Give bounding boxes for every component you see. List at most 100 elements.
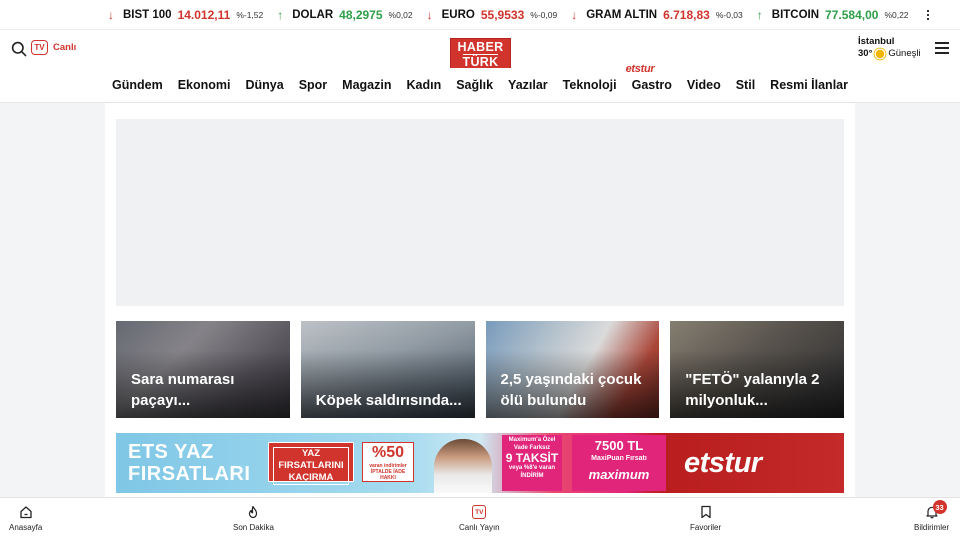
weather-widget[interactable]: İstanbul 30° Güneşli bbox=[858, 36, 921, 60]
banner-cta-box: YAZ FIRSATLARINI KAÇIRMA bbox=[268, 442, 354, 485]
ticker-item-dolar[interactable]: ↑ DOLAR 48,2975 %0,02 bbox=[277, 8, 412, 22]
flame-icon bbox=[249, 505, 258, 519]
site-header: TV Canlı HABER TÜRK İstanbul 30° Güneşli bbox=[0, 30, 960, 72]
ticker-name: BIST 100 bbox=[123, 8, 172, 21]
main-nav: Gündem Ekonomi Dünya Spor Magazin Kadın … bbox=[0, 63, 960, 103]
news-title: Köpek saldırısında... bbox=[315, 392, 462, 409]
ticker-more-icon[interactable] bbox=[926, 9, 929, 20]
ticker-value: 48,2975 bbox=[339, 7, 383, 22]
ticker-name: EURO bbox=[441, 8, 475, 21]
banner-installment-line3: İNDİRİM bbox=[520, 472, 544, 479]
logo-text-1: HABER bbox=[457, 40, 504, 54]
arrow-down-icon: ↓ bbox=[108, 7, 114, 22]
ad-slot bbox=[116, 119, 844, 306]
ticker-item-gram-altin[interactable]: ↓ GRAM ALTIN 6.718,83 %-0,03 bbox=[571, 8, 743, 22]
nav-item-teknoloji[interactable]: Teknoloji bbox=[563, 78, 617, 92]
banner-headline: ETS YAZ FIRSATLARI bbox=[128, 441, 251, 485]
bottom-nav: Anasayfa Son Dakika TV Canlı Yayın Favor… bbox=[0, 497, 960, 540]
banner-discount-note: İPTALDE İADE HAKKI bbox=[370, 469, 406, 481]
banner-discount-box: %50 varan indirimler İPTALDE İADE HAKKI bbox=[362, 442, 414, 482]
bottom-nav-favorites[interactable]: Favoriler bbox=[690, 505, 721, 532]
bottom-nav-live[interactable]: TV Canlı Yayın bbox=[459, 505, 500, 532]
bottom-nav-label: Anasayfa bbox=[9, 523, 43, 532]
news-card[interactable]: "FETÖ" yalanıyla 2 milyonluk... bbox=[670, 321, 844, 418]
bookmark-icon bbox=[700, 505, 711, 519]
weather-condition: Güneşli bbox=[888, 48, 921, 59]
banner-installment-line2: veya %8'e varan bbox=[508, 465, 556, 471]
ticker-value: 6.718,83 bbox=[663, 7, 710, 22]
ticker-change: %-0,09 bbox=[530, 9, 558, 20]
nav-item-dunya[interactable]: Dünya bbox=[245, 78, 283, 92]
arrow-down-icon: ↓ bbox=[571, 7, 578, 22]
bottom-nav-label: Son Dakika bbox=[233, 523, 274, 532]
home-icon bbox=[20, 506, 32, 519]
tv-icon: TV bbox=[472, 505, 487, 519]
nav-item-label: Gastro bbox=[631, 78, 672, 92]
headline-cards: Sara numarası paçayı... Köpek saldırısın… bbox=[116, 321, 844, 418]
bottom-nav-breaking[interactable]: Son Dakika bbox=[233, 505, 274, 532]
news-title: 2,5 yaşındaki çocuk ölü bulundu bbox=[500, 371, 642, 409]
nav-item-stil[interactable]: Stil bbox=[736, 78, 755, 92]
banner-maxipuan-amount: 7500 TL bbox=[594, 438, 644, 453]
weather-city: İstanbul bbox=[858, 36, 895, 47]
gastro-sponsor-logo: etstur bbox=[625, 63, 655, 75]
arrow-up-icon: ↑ bbox=[756, 7, 763, 22]
arrow-down-icon: ↓ bbox=[426, 7, 433, 22]
ticker-item-bitcoin[interactable]: ↑ BITCOIN 77.584,00 %0,22 bbox=[757, 8, 909, 22]
bottom-nav-home[interactable]: Anasayfa bbox=[9, 505, 42, 532]
banner-person-image bbox=[434, 439, 492, 493]
site-logo[interactable]: HABER TÜRK bbox=[450, 38, 511, 72]
bottom-nav-notifications[interactable]: 33 Bildirimler bbox=[914, 500, 950, 532]
news-card[interactable]: Sara numarası paçayı... bbox=[116, 321, 290, 418]
logo-text-2: TÜRK bbox=[462, 54, 499, 69]
nav-item-gastro[interactable]: etstur Gastro bbox=[626, 63, 672, 92]
sun-icon bbox=[876, 49, 885, 59]
ticker-change: %0,22 bbox=[884, 9, 909, 20]
banner-cta-text: YAZ FIRSATLARINI KAÇIRMA bbox=[273, 447, 349, 485]
news-card[interactable]: Köpek saldırısında... bbox=[300, 321, 475, 418]
ticker-value: 55,9533 bbox=[480, 7, 525, 22]
banner-maxipuan-label: MaxiPuan Fırsatı bbox=[591, 455, 647, 462]
main-content: Sara numarası paçayı... Köpek saldırısın… bbox=[105, 103, 855, 497]
ticker-value: 14.012,11 bbox=[177, 7, 231, 22]
notification-badge: 33 bbox=[932, 500, 947, 514]
news-title: "FETÖ" yalanıyla 2 milyonluk... bbox=[685, 371, 820, 409]
arrow-up-icon: ↑ bbox=[277, 7, 284, 22]
ticker-name: DOLAR bbox=[292, 8, 334, 21]
ticker-change: %0,02 bbox=[388, 9, 413, 20]
tv-icon: TV bbox=[31, 40, 48, 55]
search-icon[interactable] bbox=[11, 41, 27, 57]
ticker-value: 77.584,00 bbox=[825, 7, 879, 22]
market-ticker: ↓ BIST 100 14.012,11 %-1,52 ↑ DOLAR 48,2… bbox=[0, 0, 960, 30]
nav-item-video[interactable]: Video bbox=[687, 78, 721, 92]
nav-item-resmi-ilanlar[interactable]: Resmi İlanlar bbox=[770, 78, 848, 92]
banner-maximum-logo: maximum bbox=[588, 467, 650, 482]
banner-maxipuan-box: 7500 TL MaxiPuan Fırsatı maximum bbox=[572, 435, 666, 491]
live-tv-link[interactable]: TV Canlı bbox=[31, 40, 76, 55]
nav-item-gundem[interactable]: Gündem bbox=[112, 78, 163, 92]
banner-discount: %50 bbox=[371, 444, 405, 461]
weather-temp: 30° bbox=[858, 48, 873, 59]
banner-installment-box: Maximum'a Özel Vade Farksız 9 TAKSİT vey… bbox=[502, 435, 562, 491]
bottom-nav-label: Canlı Yayın bbox=[459, 523, 500, 532]
hamburger-menu-icon[interactable] bbox=[935, 42, 949, 54]
nav-item-yazilar[interactable]: Yazılar bbox=[508, 78, 548, 92]
nav-item-saglik[interactable]: Sağlık bbox=[456, 78, 493, 92]
ticker-item-euro[interactable]: ↓ EURO 55,9533 %-0,09 bbox=[427, 8, 558, 22]
ticker-name: BITCOIN bbox=[771, 8, 820, 21]
nav-item-magazin[interactable]: Magazin bbox=[342, 78, 391, 92]
banner-installment-big: 9 TAKSİT bbox=[505, 451, 559, 465]
ticker-item-bist[interactable]: ↓ BIST 100 14.012,11 %-1,52 bbox=[108, 8, 263, 22]
nav-item-ekonomi[interactable]: Ekonomi bbox=[178, 78, 231, 92]
banner-installment-line1: Maximum'a Özel Vade Farksız bbox=[508, 437, 556, 451]
nav-item-spor[interactable]: Spor bbox=[299, 78, 327, 92]
nav-item-kadin[interactable]: Kadın bbox=[406, 78, 441, 92]
banner-brand-logo: etstur bbox=[684, 447, 762, 479]
ticker-change: %-1,52 bbox=[236, 9, 264, 20]
ticker-change: %-0,03 bbox=[715, 9, 743, 20]
ticker-name: GRAM ALTIN bbox=[586, 8, 658, 21]
ad-banner[interactable]: ETS YAZ FIRSATLARI YAZ FIRSATLARINI KAÇI… bbox=[116, 433, 844, 493]
bottom-nav-label: Bildirimler bbox=[914, 523, 950, 532]
news-card[interactable]: 2,5 yaşındaki çocuk ölü bulundu bbox=[485, 321, 660, 418]
live-label: Canlı bbox=[53, 42, 77, 53]
